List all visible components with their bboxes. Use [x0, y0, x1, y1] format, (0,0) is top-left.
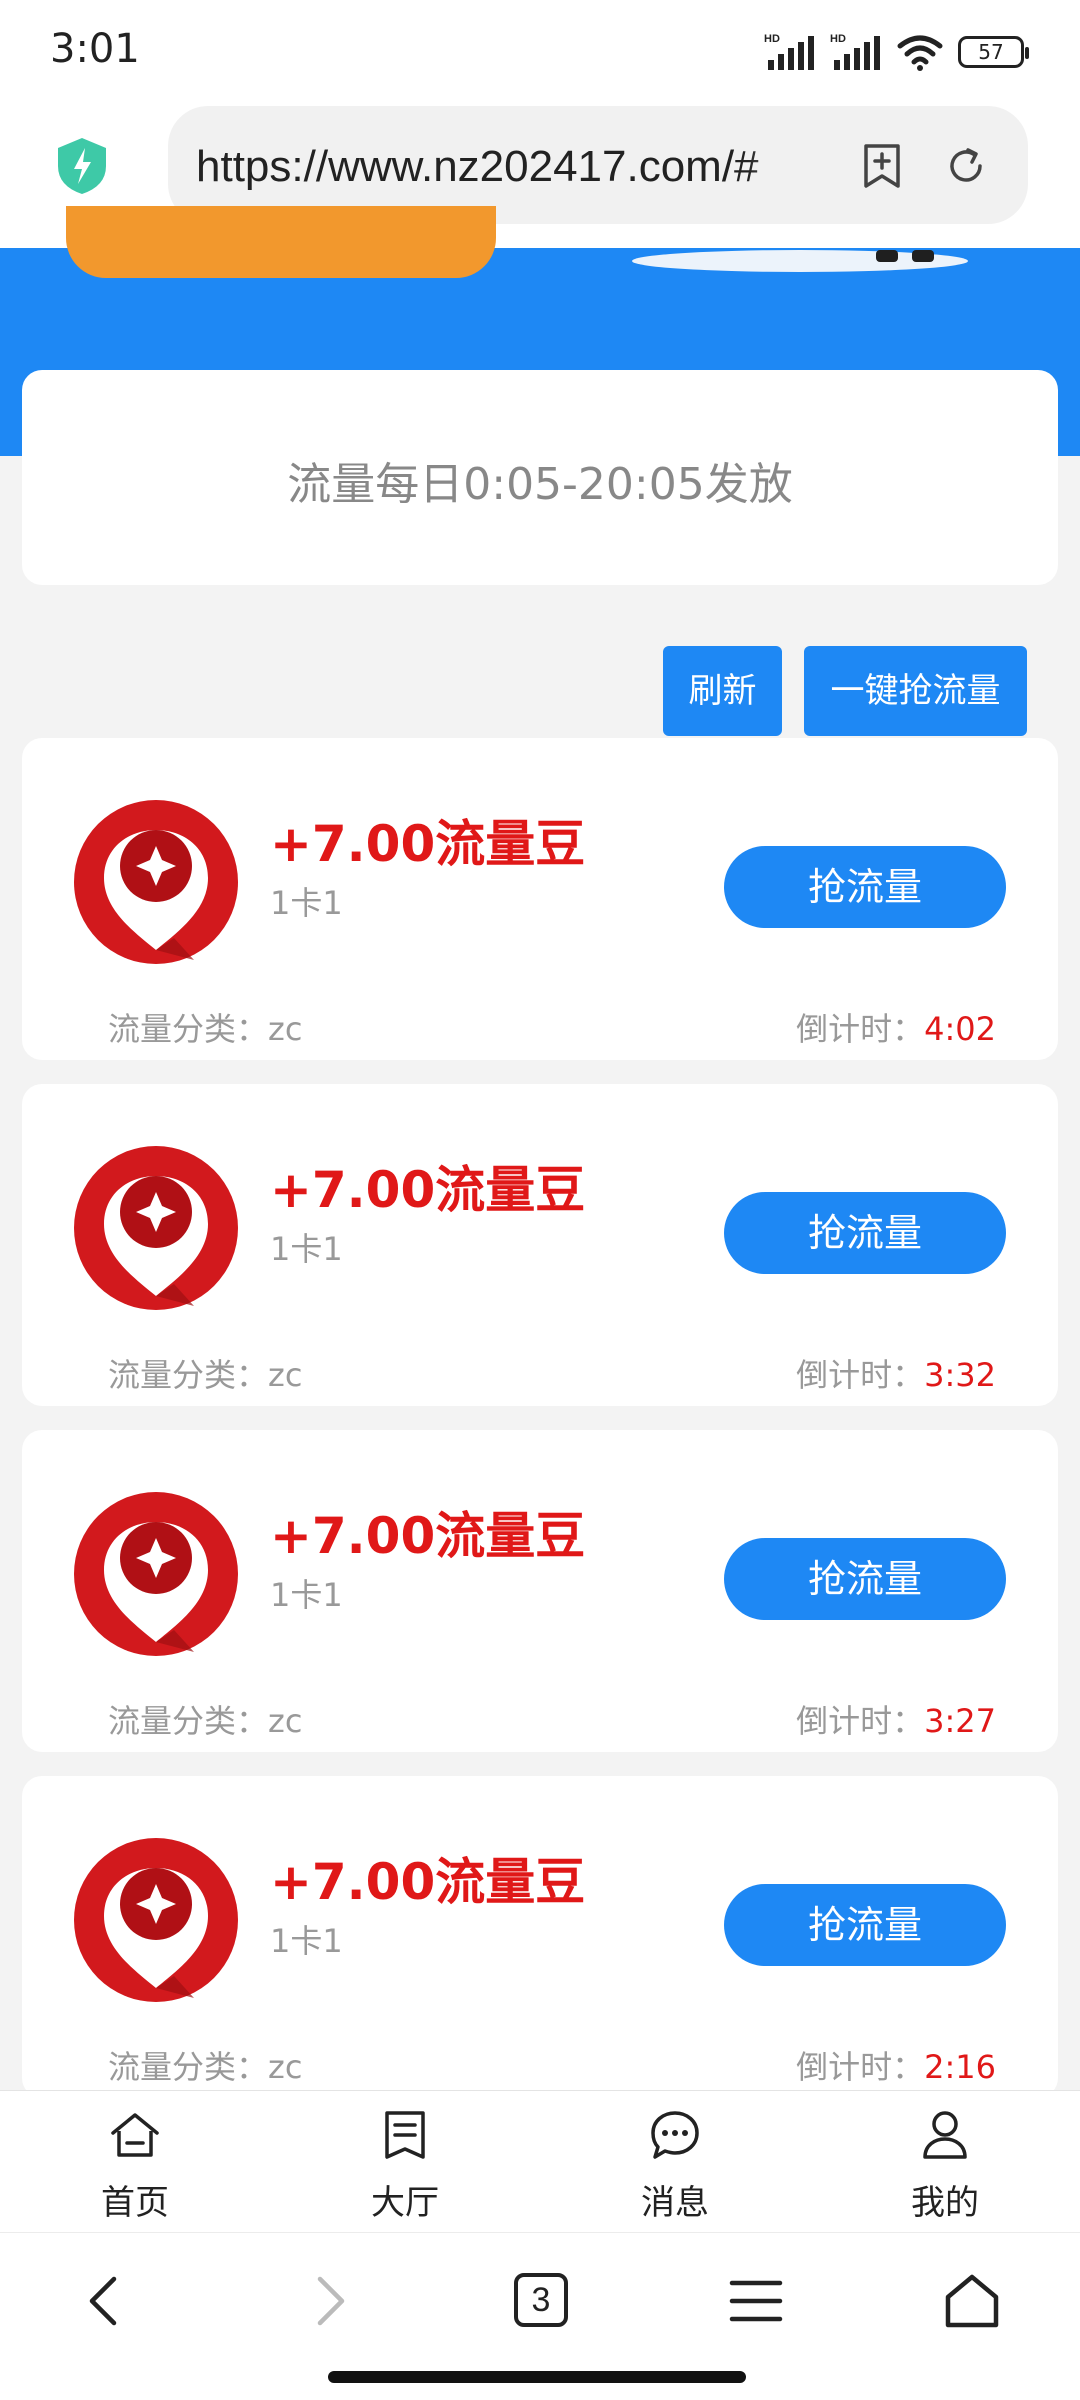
tab-label: 大厅	[371, 2183, 439, 2223]
countdown-value: 4:02	[924, 1010, 996, 1048]
grab-traffic-button[interactable]: 抢流量	[724, 1538, 1006, 1620]
svg-text:HD: HD	[830, 33, 846, 45]
grab-traffic-button[interactable]: 抢流量	[724, 1884, 1006, 1966]
tab-home[interactable]: 首页	[0, 2091, 270, 2232]
traffic-logo-icon	[74, 1492, 238, 1656]
tab-label: 首页	[101, 2183, 169, 2223]
home-indicator	[328, 2371, 746, 2383]
bookmark-add-icon[interactable]	[858, 142, 906, 190]
offer-subtitle: 1卡1	[270, 1230, 343, 1268]
notice-card: 流量每日0:05-20:05发放	[22, 370, 1058, 585]
tab-hall[interactable]: 大厅	[270, 2091, 540, 2232]
category-value: zc	[268, 2048, 303, 2086]
category-label: 流量分类：	[108, 1010, 269, 1048]
offer-amount: +7.00流量豆	[270, 1853, 586, 1911]
traffic-logo-icon	[74, 800, 238, 964]
battery-icon: 57	[958, 36, 1029, 68]
offer-countdown: 倒计时：2:16	[796, 2042, 996, 2088]
category-label: 流量分类：	[108, 1356, 269, 1394]
countdown-label: 倒计时：	[796, 1010, 925, 1048]
refresh-button[interactable]: 刷新	[663, 646, 782, 736]
browser-home-icon[interactable]	[942, 2271, 1002, 2331]
offer-countdown: 倒计时：3:32	[796, 1350, 996, 1396]
status-icons: HD HD 57	[764, 30, 1029, 74]
traffic-logo-icon	[74, 1838, 238, 2002]
grab-traffic-button[interactable]: 抢流量	[724, 846, 1006, 928]
banner-button[interactable]	[66, 206, 496, 278]
document-icon	[385, 2111, 425, 2159]
home-icon	[111, 2113, 159, 2157]
countdown-value: 3:27	[924, 1702, 996, 1740]
offer-amount: +7.00流量豆	[270, 1507, 586, 1565]
user-icon	[923, 2111, 967, 2159]
signal-icon-2: HD	[830, 33, 880, 70]
offer-card: +7.00流量豆 1卡1 抢流量 流量分类：zc 倒计时：3:32	[22, 1084, 1058, 1406]
back-icon[interactable]	[76, 2271, 136, 2331]
shield-icon[interactable]	[54, 136, 110, 196]
tab-mine[interactable]: 我的	[810, 2091, 1080, 2232]
grab-all-button[interactable]: 一键抢流量	[804, 646, 1027, 736]
traffic-logo-icon	[74, 1146, 238, 1310]
tab-label: 消息	[641, 2183, 709, 2223]
offer-category: 流量分类：zc	[108, 1350, 302, 1396]
refresh-icon[interactable]	[942, 142, 990, 190]
tabs-count-button[interactable]: 3	[514, 2273, 568, 2327]
offer-category: 流量分类：zc	[108, 1004, 302, 1050]
category-value: zc	[268, 1702, 303, 1740]
status-time: 3:01	[50, 26, 140, 72]
offer-amount: +7.00流量豆	[270, 1161, 586, 1219]
category-value: zc	[268, 1356, 303, 1394]
offer-subtitle: 1卡1	[270, 884, 343, 922]
banner-figure-feet	[876, 250, 934, 262]
countdown-label: 倒计时：	[796, 2048, 925, 2086]
countdown-value: 3:32	[924, 1356, 996, 1394]
menu-icon[interactable]	[726, 2271, 786, 2331]
countdown-label: 倒计时：	[796, 1356, 925, 1394]
browser-nav-bar: 3	[0, 2232, 1080, 2400]
forward-icon[interactable]	[298, 2271, 358, 2331]
offer-subtitle: 1卡1	[270, 1922, 343, 1960]
category-label: 流量分类：	[108, 1702, 269, 1740]
grab-traffic-button[interactable]: 抢流量	[724, 1192, 1006, 1274]
tab-label: 我的	[911, 2183, 979, 2223]
notice-text: 流量每日0:05-20:05发放	[287, 459, 793, 510]
category-value: zc	[268, 1010, 303, 1048]
tab-messages[interactable]: 消息	[540, 2091, 810, 2232]
chat-bubble-icon	[651, 2111, 699, 2159]
category-label: 流量分类：	[108, 2048, 269, 2086]
offer-card: +7.00流量豆 1卡1 抢流量 流量分类：zc 倒计时：3:27	[22, 1430, 1058, 1752]
offer-countdown: 倒计时：4:02	[796, 1004, 996, 1050]
offer-countdown: 倒计时：3:27	[796, 1696, 996, 1742]
offer-amount: +7.00流量豆	[270, 815, 586, 873]
countdown-value: 2:16	[924, 2048, 996, 2086]
wifi-icon	[897, 35, 943, 71]
offer-card: +7.00流量豆 1卡1 抢流量 流量分类：zc 倒计时：2:16	[22, 1776, 1058, 2098]
url-text[interactable]: https://www.nz202417.com/#	[196, 142, 816, 194]
svg-text:HD: HD	[764, 33, 780, 45]
countdown-label: 倒计时：	[796, 1702, 925, 1740]
offer-category: 流量分类：zc	[108, 2042, 302, 2088]
status-bar: 3:01 HD HD 57	[0, 0, 1080, 100]
offer-card: +7.00流量豆 1卡1 抢流量 流量分类：zc 倒计时：4:02	[22, 738, 1058, 1060]
bottom-tab-bar: 首页 大厅 消息 我的	[0, 2090, 1080, 2232]
offer-category: 流量分类：zc	[108, 1696, 302, 1742]
offer-subtitle: 1卡1	[270, 1576, 343, 1614]
signal-icon: HD	[764, 33, 814, 70]
